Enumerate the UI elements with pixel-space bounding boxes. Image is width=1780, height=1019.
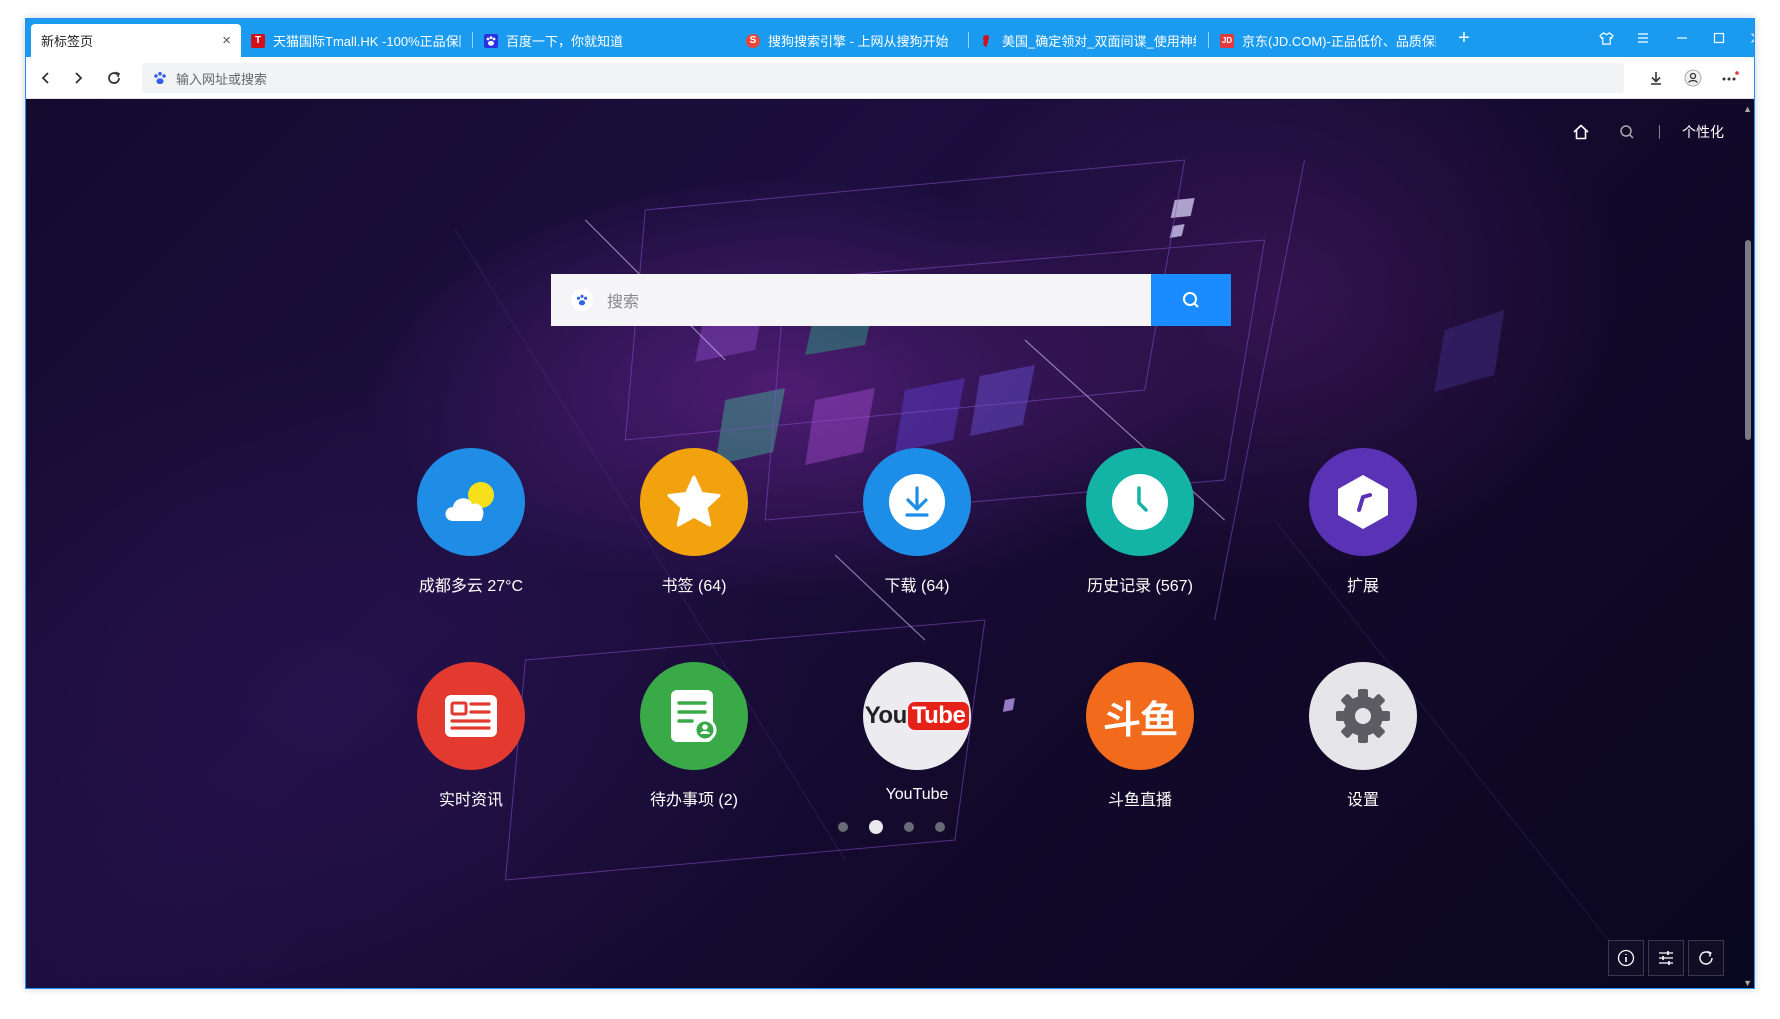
scroll-up-arrow[interactable]: ▲	[1743, 104, 1752, 114]
personalize-button[interactable]: 个性化	[1682, 122, 1724, 142]
tile-label: 下载 (64)	[884, 578, 950, 595]
tab-title: 搜狗搜索引擎 - 上网从搜狗开始	[768, 34, 949, 49]
refresh-icon	[1699, 950, 1713, 965]
tile-settings[interactable]: 设置	[1288, 662, 1438, 810]
tile-bookmarks[interactable]: 书签 (64)	[619, 448, 769, 596]
tile-weather[interactable]: 成都多云 27°C	[396, 448, 546, 596]
tile-label: 斗鱼直播	[1107, 792, 1172, 809]
minimize-icon[interactable]	[1669, 25, 1695, 51]
weather-icon	[417, 448, 525, 556]
search-icon	[1183, 292, 1199, 308]
close-window-icon[interactable]	[1743, 25, 1754, 51]
tile-label: 扩展	[1346, 578, 1379, 595]
tile-extensions[interactable]: 扩展	[1288, 448, 1438, 596]
more-options-icon[interactable]	[1718, 66, 1742, 90]
browser-window: 新标签页 × T 天猫国际Tmall.HK -100%正品保障 百度一下，你就知…	[25, 18, 1755, 989]
tab-new-tab[interactable]: 新标签页 ×	[31, 24, 241, 57]
sliders-icon	[1659, 951, 1673, 965]
adjust-button[interactable]	[1648, 940, 1684, 976]
tile-label: 实时资讯	[438, 792, 503, 809]
scroll-down-arrow[interactable]: ▼	[1743, 978, 1752, 988]
star-icon	[640, 448, 748, 556]
menu-icon[interactable]	[1630, 25, 1656, 51]
url-placeholder: 输入网址或搜索	[176, 71, 268, 87]
douyu-logo-icon: 斗鱼	[1086, 662, 1194, 770]
maximize-icon[interactable]	[1706, 25, 1732, 51]
download-icon[interactable]	[1644, 66, 1668, 90]
search-placeholder: 搜索	[607, 294, 640, 311]
search-button[interactable]	[1151, 274, 1231, 326]
tile-news[interactable]: 实时资讯	[396, 662, 546, 810]
page-dot-3[interactable]	[904, 822, 914, 832]
tab-sogou[interactable]: S 搜狗搜索引擎 - 上网从搜狗开始	[736, 24, 966, 57]
tile-label: YouTube	[885, 786, 949, 803]
top-right-toolbar: 个性化	[1545, 122, 1724, 142]
skin-icon[interactable]	[1593, 25, 1619, 51]
tab-title: 新标签页	[41, 34, 94, 49]
search-bar: 搜索	[551, 274, 1231, 326]
info-button[interactable]	[1608, 940, 1644, 976]
tab-title: 美国_确定领对_双面间谍_使用神经	[1002, 34, 1196, 49]
new-tab-button[interactable]: +	[1451, 25, 1477, 51]
tab-bar: 新标签页 × T 天猫国际Tmall.HK -100%正品保障 百度一下，你就知…	[26, 19, 1754, 57]
news-icon	[417, 662, 525, 770]
forward-button[interactable]	[66, 66, 90, 90]
close-tab-icon[interactable]: ×	[222, 32, 231, 49]
tile-label: 成都多云 27°C	[418, 578, 524, 595]
sogou-favicon-icon: S	[746, 33, 760, 48]
tile-todo[interactable]: 待办事项 (2)	[619, 662, 769, 810]
tab-title: 天猫国际Tmall.HK -100%正品保障	[273, 34, 461, 49]
tile-label: 书签 (64)	[661, 578, 727, 595]
download-icon	[863, 448, 971, 556]
search-input[interactable]: 搜索	[551, 274, 1151, 326]
tile-downloads[interactable]: 下载 (64)	[842, 448, 992, 596]
tab-title: 京东(JD.COM)-正品低价、品质保障	[1242, 34, 1436, 49]
info-icon	[1617, 949, 1635, 967]
todo-icon	[640, 662, 748, 770]
tile-youtube[interactable]: You Tube YouTube	[842, 662, 992, 804]
new-tab-page: 个性化 搜索 成都多云 27°C 书签 (64) 下载 (64) 历史记录 (5…	[26, 100, 1754, 988]
page-dot-1[interactable]	[838, 822, 848, 832]
search-icon[interactable]	[1617, 122, 1637, 142]
tab-news-article[interactable]: 美国_确定领对_双面间谍_使用神经	[970, 24, 1206, 57]
baidu-favicon-icon	[484, 33, 498, 48]
news-favicon-icon	[980, 34, 994, 48]
tile-label: 设置	[1346, 792, 1379, 809]
back-button[interactable]	[34, 66, 58, 90]
extension-cube-icon	[1309, 448, 1417, 556]
tab-jd[interactable]: JD 京东(JD.COM)-正品低价、品质保障	[1210, 24, 1446, 57]
page-indicator	[838, 820, 966, 834]
tmall-favicon-icon: T	[251, 33, 265, 48]
scrollbar-thumb[interactable]	[1745, 240, 1751, 440]
tile-label: 待办事项 (2)	[649, 792, 738, 809]
tab-tmall[interactable]: T 天猫国际Tmall.HK -100%正品保障	[241, 24, 471, 57]
reload-button[interactable]	[102, 66, 126, 90]
tile-history[interactable]: 历史记录 (567)	[1065, 448, 1215, 596]
divider	[1659, 125, 1660, 139]
account-icon[interactable]	[1681, 66, 1705, 90]
clock-icon	[1086, 448, 1194, 556]
baidu-paw-icon	[152, 70, 168, 86]
gear-icon	[1309, 662, 1417, 770]
tab-title: 百度一下，你就知道	[506, 34, 624, 49]
home-icon[interactable]	[1571, 122, 1591, 142]
baidu-paw-icon	[571, 289, 593, 311]
page-dot-2-current[interactable]	[869, 820, 883, 834]
tile-douyu[interactable]: 斗鱼 斗鱼直播	[1065, 662, 1215, 810]
address-bar: 输入网址或搜索	[26, 57, 1754, 99]
url-input[interactable]: 输入网址或搜索	[142, 63, 1624, 93]
tile-label: 历史记录 (567)	[1087, 578, 1193, 595]
page-dot-4[interactable]	[935, 822, 945, 832]
tab-baidu[interactable]: 百度一下，你就知道	[474, 24, 704, 57]
jd-favicon-icon: JD	[1220, 33, 1234, 48]
refresh-wallpaper-button[interactable]	[1688, 940, 1724, 976]
youtube-logo-icon: You Tube	[863, 662, 971, 770]
